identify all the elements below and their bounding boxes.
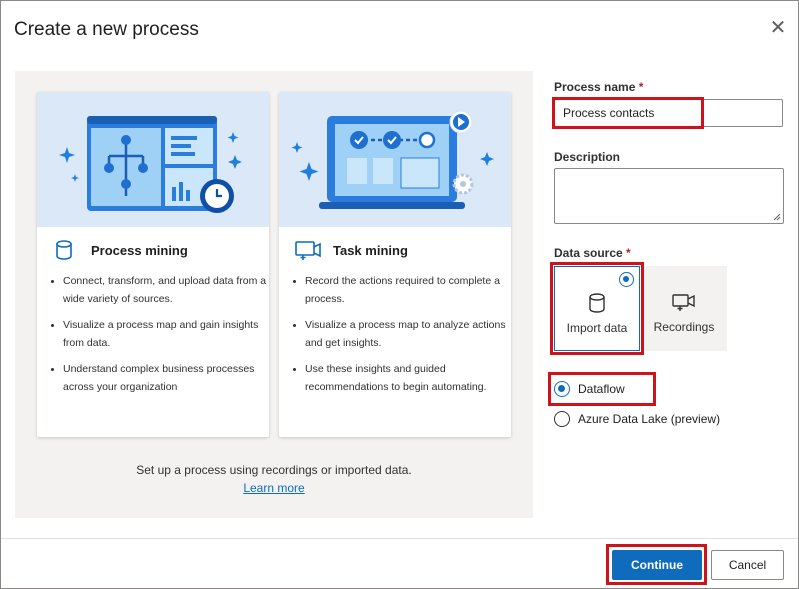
azure-data-lake-option[interactable]: Azure Data Lake (preview): [554, 408, 720, 430]
azure-data-lake-label: Azure Data Lake (preview): [578, 412, 721, 426]
panel-footer-text: Set up a process using recordings or imp…: [136, 463, 412, 477]
list-item: Use these insights and guided recommenda…: [305, 360, 510, 396]
database-icon: [53, 239, 81, 261]
task-mining-bullets: Record the actions required to complete …: [293, 272, 510, 404]
list-item: Record the actions required to complete …: [305, 272, 510, 308]
resize-handle-icon[interactable]: [773, 213, 781, 221]
radio-unselected-icon: [554, 411, 570, 427]
process-name-label: Process name *: [554, 80, 643, 94]
list-item: Visualize a process map and gain insight…: [63, 316, 268, 352]
process-mining-header: Process mining: [53, 238, 188, 262]
footer-divider: [1, 538, 798, 539]
dataflow-label: Dataflow: [578, 382, 625, 396]
close-icon[interactable]: ✕: [767, 17, 789, 39]
dialog-title: Create a new process: [14, 19, 199, 40]
list-item: Understand complex business processes ac…: [63, 360, 268, 396]
import-data-label: Import data: [566, 321, 628, 335]
required-marker: *: [638, 80, 644, 94]
learn-more-link[interactable]: Learn more: [243, 481, 304, 495]
dataflow-option[interactable]: Dataflow: [554, 378, 625, 400]
process-name-input[interactable]: Process contacts: [554, 99, 783, 127]
process-name-value: Process contacts: [563, 106, 655, 120]
task-mining-header: Task mining: [295, 238, 408, 262]
continue-button[interactable]: Continue: [612, 550, 702, 580]
recordings-tile[interactable]: Recordings: [641, 266, 727, 351]
cancel-button[interactable]: Cancel: [711, 550, 784, 580]
process-mining-bullets: Connect, transform, and upload data from…: [51, 272, 268, 404]
task-mining-illustration: [279, 92, 511, 227]
data-source-label-text: Data source: [554, 246, 623, 260]
list-item: Visualize a process map to analyze actio…: [305, 316, 510, 352]
description-label: Description: [554, 150, 621, 164]
process-mining-illustration: [37, 92, 269, 227]
video-camera-icon: [641, 291, 727, 316]
recordings-label: Recordings: [653, 320, 715, 334]
process-mining-title: Process mining: [91, 242, 188, 258]
process-type-panel: Process mining Connect, transform, and u…: [15, 71, 533, 518]
task-mining-title: Task mining: [333, 242, 408, 258]
panel-footer: Set up a process using recordings or imp…: [15, 461, 533, 497]
list-item: Connect, transform, and upload data from…: [63, 272, 268, 308]
process-mining-card: Process mining Connect, transform, and u…: [37, 92, 269, 437]
data-source-label: Data source *: [554, 246, 631, 260]
task-mining-card: Task mining Record the actions required …: [279, 92, 511, 437]
required-marker: *: [626, 246, 631, 260]
radio-selected-icon: [554, 381, 570, 397]
process-name-label-text: Process name: [554, 80, 636, 94]
database-icon: [555, 292, 639, 317]
create-process-dialog: Create a new process ✕ Process mining • …: [0, 0, 799, 589]
import-data-tile[interactable]: Import data: [554, 266, 640, 351]
screen-recording-icon: [295, 239, 323, 261]
selected-radio-icon: [619, 272, 634, 287]
description-input[interactable]: [554, 168, 784, 224]
